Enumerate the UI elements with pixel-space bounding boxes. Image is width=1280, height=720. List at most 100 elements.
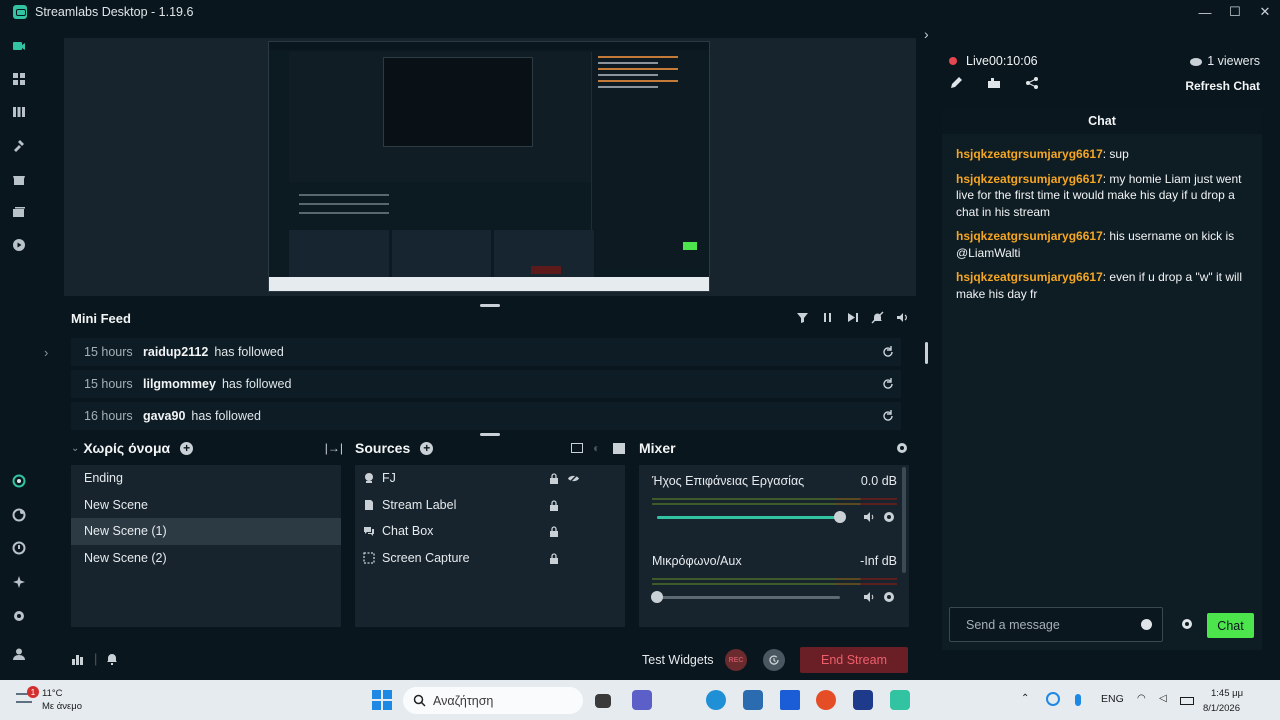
edit-stream-info-icon[interactable] — [949, 76, 963, 90]
add-folder-icon[interactable] — [613, 442, 625, 454]
volume-slider[interactable] — [657, 511, 846, 523]
mixer-settings-icon[interactable] — [896, 442, 908, 454]
repeat-alert-icon[interactable] — [881, 409, 895, 423]
minimize-button[interactable]: — — [1190, 0, 1220, 24]
send-chat-button[interactable]: Chat — [1207, 613, 1254, 638]
wifi-icon[interactable]: ◠ — [1137, 693, 1146, 704]
file-explorer-icon[interactable] — [595, 694, 611, 708]
scene-item[interactable]: New Scene (2) — [71, 545, 341, 572]
source-item[interactable]: FJ — [355, 465, 625, 492]
chat-username[interactable]: hsjqkzeatgrsumjaryg6617 — [956, 229, 1103, 243]
slider-knob[interactable] — [834, 511, 846, 523]
scene-item-active[interactable]: New Scene (1) — [71, 518, 341, 545]
chat-username[interactable]: hsjqkzeatgrsumjaryg6617 — [956, 270, 1103, 284]
selective-recording-icon[interactable] — [571, 443, 583, 453]
performance-icon[interactable] — [71, 653, 84, 666]
close-button[interactable]: ✕ — [1250, 0, 1280, 24]
source-item[interactable]: Stream Label — [355, 492, 625, 519]
clock-time[interactable]: 1:45 μμ — [1211, 688, 1243, 699]
transitions-icon[interactable]: |→| — [325, 441, 343, 455]
lock-icon[interactable] — [549, 499, 559, 511]
maximize-button[interactable]: ☐ — [1220, 0, 1250, 24]
channel-settings-icon[interactable] — [883, 591, 895, 603]
apps-icon[interactable] — [12, 541, 26, 555]
edge-icon[interactable] — [706, 690, 726, 710]
taskbar-search[interactable]: Αναζήτηση — [403, 687, 583, 714]
profile-icon[interactable] — [12, 647, 26, 661]
collapse-chat-icon[interactable]: › — [924, 26, 929, 42]
tray-chevron-icon[interactable]: ⌃ — [1021, 693, 1029, 704]
chat-message-input[interactable] — [950, 608, 1130, 641]
themes-icon[interactable] — [12, 138, 26, 152]
language-indicator[interactable]: ENG — [1101, 693, 1124, 705]
repeat-alert-icon[interactable] — [881, 377, 895, 391]
share-icon[interactable] — [1025, 76, 1039, 90]
windows-start-icon[interactable] — [372, 690, 392, 710]
lock-icon[interactable] — [549, 526, 559, 537]
teams-icon[interactable] — [632, 690, 652, 710]
overlay-icon[interactable] — [12, 205, 26, 219]
repeat-alert-icon[interactable] — [881, 345, 895, 359]
resize-handle[interactable] — [480, 433, 500, 436]
battery-icon[interactable] — [1180, 697, 1194, 705]
add-source-button[interactable]: + — [420, 441, 434, 455]
store-app-icon[interactable] — [743, 690, 763, 710]
refresh-chat-button[interactable]: Refresh Chat — [1185, 79, 1260, 93]
eye-slash-icon[interactable] — [567, 473, 580, 484]
library-icon[interactable] — [12, 105, 26, 119]
test-widgets-button[interactable]: Test Widgets — [642, 653, 714, 667]
app-icon[interactable] — [853, 690, 873, 710]
speaker-icon[interactable] — [863, 511, 875, 523]
dropbox-icon[interactable] — [780, 690, 800, 710]
stream-tools-icon[interactable] — [987, 76, 1001, 90]
scene-item[interactable]: New Scene — [71, 492, 341, 519]
ideas-icon[interactable] — [12, 508, 26, 522]
alerts-icon[interactable] — [12, 474, 26, 488]
record-button[interactable]: REC — [725, 649, 747, 671]
chrome-icon[interactable] — [816, 690, 836, 710]
emoji-icon[interactable] — [1141, 619, 1152, 630]
sources-list: FJ Stream Label Chat Box Screen Capture — [355, 465, 625, 627]
scene-collection-title[interactable]: Χωρίς όνομα — [83, 440, 170, 456]
replay-buffer-button[interactable] — [763, 649, 785, 671]
slider-knob[interactable] — [651, 591, 663, 603]
channel-settings-icon[interactable] — [883, 511, 895, 523]
volume-tray-icon[interactable]: ◁ — [1159, 693, 1167, 704]
lock-icon[interactable] — [549, 473, 559, 484]
lock-icon[interactable] — [549, 552, 559, 564]
chat-username[interactable]: hsjqkzeatgrsumjaryg6617 — [956, 147, 1103, 161]
audio-sources-icon[interactable]: ◐ — [593, 441, 600, 455]
microphone-icon[interactable] — [1075, 694, 1081, 706]
settings-icon[interactable] — [12, 609, 26, 623]
chat-settings-icon[interactable] — [1181, 618, 1193, 630]
feed-scrollbar[interactable] — [925, 342, 928, 364]
sync-icon[interactable] — [1046, 692, 1060, 706]
end-stream-button[interactable]: End Stream — [800, 647, 908, 673]
source-item[interactable]: Chat Box — [355, 518, 625, 545]
expand-left-icon[interactable]: › — [44, 345, 48, 360]
filter-icon[interactable] — [795, 310, 810, 325]
weather-desc[interactable]: Με άνεμο — [42, 701, 82, 712]
add-scene-button[interactable]: + — [180, 441, 194, 455]
store-icon[interactable] — [12, 172, 26, 186]
speaker-icon[interactable] — [863, 591, 875, 603]
pause-icon[interactable] — [820, 310, 835, 325]
source-item[interactable]: Screen Capture — [355, 545, 625, 572]
mixer-scrollbar[interactable] — [902, 467, 906, 573]
sparkle-icon[interactable] — [12, 575, 26, 589]
mute-notifications-icon[interactable] — [870, 310, 885, 325]
chat-username[interactable]: hsjqkzeatgrsumjaryg6617 — [956, 172, 1103, 186]
volume-icon[interactable] — [895, 310, 910, 325]
notifications-icon[interactable] — [106, 652, 118, 665]
editor-icon[interactable] — [12, 39, 26, 53]
weather-temp[interactable]: 11°C — [42, 688, 63, 699]
dashboard-icon[interactable] — [12, 72, 26, 86]
chevron-down-icon[interactable]: ⌄ — [71, 443, 79, 454]
skip-icon[interactable] — [845, 310, 860, 325]
scene-item[interactable]: Ending — [71, 465, 341, 492]
volume-slider[interactable] — [651, 591, 840, 603]
live-indicator-icon — [949, 57, 957, 65]
clock-date[interactable]: 8/1/2026 — [1203, 703, 1240, 714]
streamlabs-taskbar-icon[interactable] — [890, 690, 910, 710]
play-icon[interactable] — [12, 238, 26, 252]
